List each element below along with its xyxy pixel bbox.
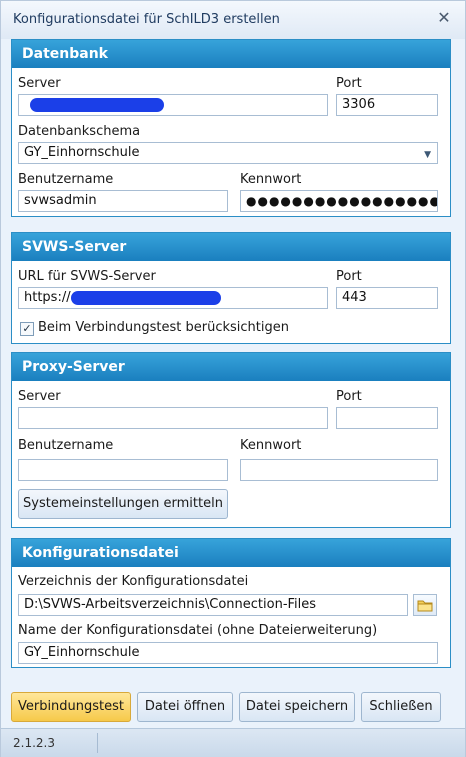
- password-field[interactable]: ●●●●●●●●●●●●●●●●●●●●: [240, 190, 438, 212]
- filename-label: Name der Konfigurationsdatei (ohne Datei…: [18, 623, 378, 638]
- username-label: Benutzername: [18, 172, 114, 187]
- group-proxy-server: Proxy-Server Server Port Benutzername Ke…: [11, 352, 451, 528]
- redacted-url-value: [70, 290, 221, 305]
- dialog-window: Konfigurationsdatei für SchILD3 erstelle…: [0, 0, 466, 757]
- server-field[interactable]: [18, 94, 328, 116]
- browse-folder-button[interactable]: [413, 594, 437, 616]
- proxy-server-label: Server: [18, 389, 61, 404]
- connection-test-button[interactable]: Verbindungstest: [11, 692, 131, 722]
- proxy-password-field[interactable]: [240, 459, 438, 481]
- group-svws-server: SVWS-Server URL für SVWS-Server https://…: [11, 232, 451, 344]
- window-title: Konfigurationsdatei für SchILD3 erstelle…: [13, 12, 280, 27]
- proxy-username-label: Benutzername: [18, 438, 114, 453]
- group-header-konfigurationsdatei: Konfigurationsdatei: [12, 539, 450, 567]
- connection-test-checkbox-label: Beim Verbindungstest berücksichtigen: [38, 320, 289, 335]
- username-field[interactable]: svwsadmin: [18, 190, 228, 212]
- schema-combobox[interactable]: GY_Einhornschule ▼: [18, 142, 438, 164]
- chevron-down-icon[interactable]: ▼: [424, 145, 431, 163]
- url-field[interactable]: https://: [18, 287, 328, 309]
- schema-value: GY_Einhornschule: [24, 145, 140, 160]
- proxy-username-field[interactable]: [18, 459, 228, 481]
- filename-field[interactable]: GY_Einhornschule: [18, 642, 438, 664]
- group-header-datenbank: Datenbank: [12, 40, 450, 68]
- schema-label: Datenbankschema: [18, 124, 141, 139]
- port-field[interactable]: 3306: [336, 94, 438, 116]
- close-button[interactable]: Schließen: [361, 692, 441, 722]
- group-header-svws-server: SVWS-Server: [12, 233, 450, 261]
- port-label: Port: [336, 76, 362, 91]
- status-divider: [97, 733, 98, 753]
- close-icon[interactable]: ✕: [433, 7, 455, 29]
- server-label: Server: [18, 76, 61, 91]
- proxy-server-field[interactable]: [18, 407, 328, 429]
- directory-field[interactable]: D:\SVWS-Arbeitsverzeichnis\Connection-Fi…: [18, 594, 408, 616]
- svws-port-label: Port: [336, 269, 362, 284]
- version-label: 2.1.2.3: [13, 736, 55, 750]
- title-bar: Konfigurationsdatei für SchILD3 erstelle…: [1, 1, 465, 39]
- folder-icon: [417, 600, 433, 612]
- proxy-password-label: Kennwort: [240, 438, 302, 453]
- connection-test-checkbox[interactable]: ✓: [20, 322, 34, 336]
- save-file-button[interactable]: Datei speichern: [239, 692, 355, 722]
- url-label: URL für SVWS-Server: [18, 269, 156, 284]
- svws-port-field[interactable]: 443: [336, 287, 438, 309]
- proxy-port-label: Port: [336, 389, 362, 404]
- proxy-port-field[interactable]: [336, 407, 438, 429]
- group-datenbank: Datenbank Server Port 3306 Datenbanksche…: [11, 39, 451, 217]
- directory-label: Verzeichnis der Konfigurationsdatei: [18, 574, 249, 589]
- redacted-server-value: [30, 97, 164, 112]
- password-label: Kennwort: [240, 172, 302, 187]
- open-file-button[interactable]: Datei öffnen: [137, 692, 233, 722]
- url-prefix: https://: [24, 290, 71, 305]
- group-konfigurationsdatei: Konfigurationsdatei Verzeichnis der Konf…: [11, 538, 451, 668]
- status-bar: 2.1.2.3: [1, 728, 465, 757]
- group-header-proxy-server: Proxy-Server: [12, 353, 450, 381]
- detect-system-settings-button[interactable]: Systemeinstellungen ermitteln: [18, 489, 228, 519]
